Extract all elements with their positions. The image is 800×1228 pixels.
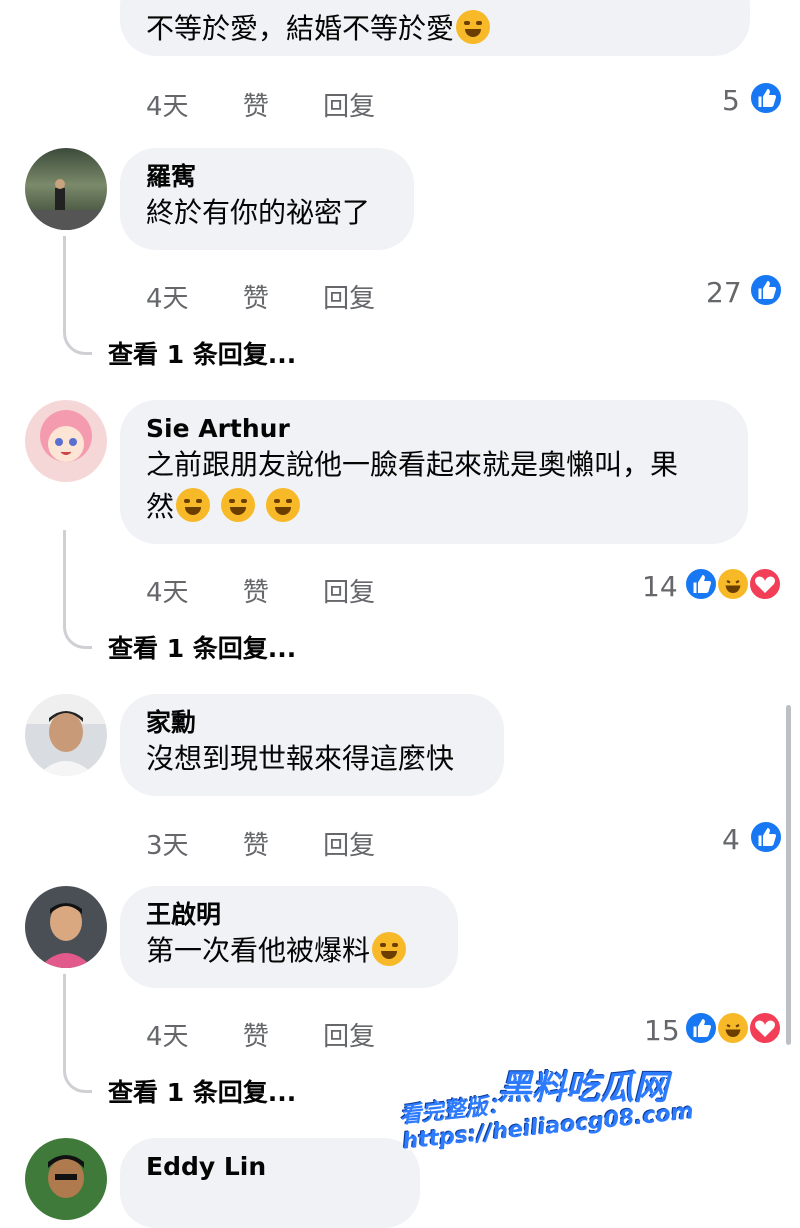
comment-bubble[interactable]: 羅寯 終於有你的祕密了 xyxy=(120,148,414,250)
avatar[interactable] xyxy=(25,400,107,482)
reaction-count[interactable]: 15 xyxy=(644,1014,680,1047)
comment-text: 不等於愛，結婚不等於愛 xyxy=(146,12,455,45)
rolling-laughing-emoji-icon xyxy=(372,932,407,966)
like-link[interactable]: 赞 xyxy=(243,831,269,861)
reply-link[interactable]: 回复 xyxy=(323,284,375,314)
haha-reaction-icon xyxy=(716,1011,750,1045)
comment-meta: 4天 赞 回复 xyxy=(146,572,421,609)
like-reaction-icon xyxy=(749,81,783,115)
view-replies-link[interactable]: 查看 1 条回复... xyxy=(108,335,296,371)
thread-line xyxy=(63,236,92,355)
comment-time[interactable]: 4天 xyxy=(146,92,189,122)
avatar[interactable] xyxy=(25,886,107,968)
comment-bubble[interactable]: 不等於愛，結婚不等於愛 xyxy=(120,0,750,56)
like-link[interactable]: 赞 xyxy=(243,578,269,608)
comment-bubble[interactable]: 家勳 沒想到現世報來得這麼快 xyxy=(120,694,504,796)
comment-text-line2: 然 xyxy=(146,486,722,528)
comment-time[interactable]: 4天 xyxy=(146,1022,189,1052)
view-replies-link[interactable]: 查看 1 条回复... xyxy=(108,629,296,665)
avatar[interactable] xyxy=(25,694,107,776)
love-reaction-icon xyxy=(748,567,782,601)
avatar[interactable] xyxy=(25,148,107,230)
comment-author[interactable]: 家勳 xyxy=(146,708,478,738)
rolling-laughing-emoji-icon xyxy=(220,488,255,522)
comment-meta: 4天 赞 回复 xyxy=(146,278,421,315)
comment-meta: 4天 赞 回复 xyxy=(146,1016,421,1053)
comment-time[interactable]: 4天 xyxy=(146,284,189,314)
rolling-laughing-emoji-icon xyxy=(176,488,211,522)
reaction-count[interactable]: 27 xyxy=(706,276,742,309)
like-reaction-icon xyxy=(684,567,718,601)
haha-reaction-icon xyxy=(716,567,750,601)
reply-link[interactable]: 回复 xyxy=(323,92,375,122)
reaction-count[interactable]: 14 xyxy=(642,570,678,603)
scrollbar[interactable] xyxy=(786,705,791,1045)
comment-bubble[interactable]: Sie Arthur 之前跟朋友說他一臉看起來就是奧懶叫，果 然 xyxy=(120,400,748,544)
reaction-count[interactable]: 5 xyxy=(722,84,740,117)
comment-bubble[interactable]: Eddy Lin xyxy=(120,1138,420,1228)
avatar[interactable] xyxy=(25,1138,107,1220)
like-reaction-icon xyxy=(749,820,783,854)
like-link[interactable]: 赞 xyxy=(243,92,269,122)
like-link[interactable]: 赞 xyxy=(243,1022,269,1052)
comment-author[interactable]: Eddy Lin xyxy=(146,1152,394,1182)
like-reaction-icon xyxy=(684,1011,718,1045)
rolling-laughing-emoji-icon xyxy=(265,488,300,522)
comment-text: 沒想到現世報來得這麼快 xyxy=(146,742,455,775)
reply-link[interactable]: 回复 xyxy=(323,831,375,861)
comment-author[interactable]: Sie Arthur xyxy=(146,414,722,444)
comment-time[interactable]: 4天 xyxy=(146,578,189,608)
reply-link[interactable]: 回复 xyxy=(323,1022,375,1052)
comment-meta: 4天 赞 回复 xyxy=(146,86,421,123)
comment-meta: 3天 赞 回复 xyxy=(146,825,421,862)
view-replies-link[interactable]: 查看 1 条回复... xyxy=(108,1073,296,1109)
weary-face-emoji-icon xyxy=(456,10,491,44)
reaction-count[interactable]: 4 xyxy=(722,823,740,856)
comment-text-line1: 之前跟朋友說他一臉看起來就是奧懶叫，果 xyxy=(146,448,679,481)
reply-link[interactable]: 回复 xyxy=(323,578,375,608)
thread-line xyxy=(63,530,92,649)
thread-line xyxy=(63,974,92,1093)
comment-time[interactable]: 3天 xyxy=(146,831,189,861)
comment-author[interactable]: 王啟明 xyxy=(146,900,432,930)
comment-bubble[interactable]: 王啟明 第一次看他被爆料 xyxy=(120,886,458,988)
comment-text: 終於有你的祕密了 xyxy=(146,196,371,229)
like-link[interactable]: 赞 xyxy=(243,284,269,314)
comment-author[interactable]: 羅寯 xyxy=(146,162,388,192)
comment-text: 第一次看他被爆料 xyxy=(146,930,432,972)
love-reaction-icon xyxy=(748,1011,782,1045)
like-reaction-icon xyxy=(749,273,783,307)
